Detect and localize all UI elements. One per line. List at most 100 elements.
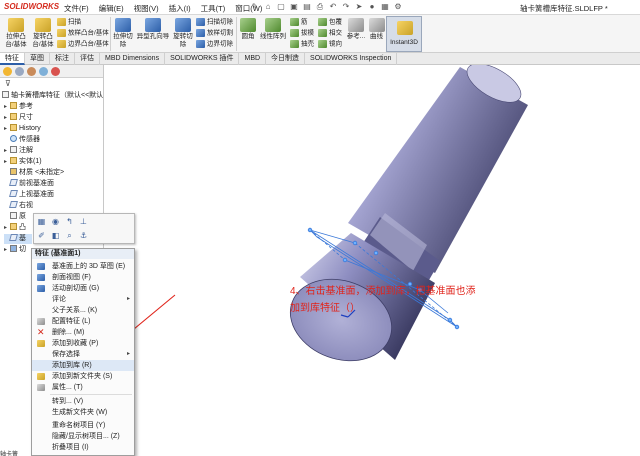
lofted-cut-button[interactable]: 放样切割 (196, 29, 233, 38)
boundary-boss-button[interactable]: 边界凸台/基体 (57, 40, 109, 49)
tree-root[interactable]: 轴卡簧槽库特征（默认<<默认 (2, 91, 103, 101)
tab-markup[interactable]: 标注 (50, 53, 75, 65)
menu-edit[interactable]: 编辑(E) (99, 3, 124, 14)
show-hide-icon[interactable]: ◉ (51, 217, 60, 226)
zoom-to-selection-icon[interactable]: ⌕ (65, 231, 74, 240)
fillet-button[interactable]: 圆角 (239, 18, 257, 41)
rollback-icon[interactable]: ↰ (65, 217, 74, 226)
hole-wizard-button[interactable]: 异型孔向导 (136, 18, 170, 41)
sweep-button[interactable]: 扫描 (57, 18, 81, 27)
tab-evaluate[interactable]: 评估 (75, 53, 100, 65)
tab-solidworks-inspection[interactable]: SOLIDWORKS Inspection (305, 53, 398, 65)
menu-item-collapse-items[interactable]: 折叠项目 (I) (32, 442, 134, 453)
reference-geometry-button[interactable]: 参考... (345, 18, 367, 41)
tree-item-front-plane[interactable]: 前视基准面 (9, 179, 54, 189)
menu-item-live-section-plane[interactable]: 活动剖切面 (G) (32, 283, 134, 294)
menu-item-3d-sketch-on-plane[interactable]: 基准面上的 3D 草图 (E) (32, 261, 134, 272)
revolve-cut-button[interactable]: 旋转切除 (172, 18, 194, 49)
rib-button[interactable]: 筋 (290, 18, 308, 27)
tree-item-dimensions[interactable]: ▸ 尺寸 (4, 113, 33, 123)
tree-item-solid-bodies[interactable]: ▸ 实体(1) (4, 157, 42, 167)
dimxpert-icon[interactable] (39, 67, 48, 76)
feature-manager-icon[interactable] (3, 67, 12, 76)
new-document-icon[interactable]: ▢ (276, 2, 286, 12)
tab-manufacturing[interactable]: 今日制造 (266, 53, 306, 65)
open-icon[interactable]: ▣ (289, 2, 299, 12)
pin-icon[interactable]: ✎ (250, 2, 260, 12)
anchor-icon[interactable]: ⚓ (79, 231, 88, 240)
curves-button[interactable]: 曲线 (368, 18, 385, 41)
tree-item-plane1[interactable]: 基 (4, 234, 32, 244)
tree-item-annotations[interactable]: ▸ 注解 (4, 146, 33, 156)
save-icon[interactable]: ▤ (302, 2, 312, 12)
revolve-boss-button[interactable]: 旋转凸台/基体 (30, 18, 56, 49)
print-icon[interactable]: ⎙ (315, 2, 325, 12)
tree-item-boss[interactable]: ▸ 凸 (4, 223, 26, 233)
menu-item-add-to-library[interactable]: 添加到库 (R) (32, 360, 134, 371)
configuration-manager-icon[interactable] (27, 67, 36, 76)
menu-insert[interactable]: 插入(I) (169, 3, 191, 14)
tree-item-sensors[interactable]: 传感器 (4, 135, 40, 145)
display-manager-icon[interactable] (51, 67, 60, 76)
tree-item-label: 传感器 (19, 136, 40, 143)
normal-to-icon[interactable]: ⊥ (79, 217, 88, 226)
linear-pattern-button[interactable]: 线性阵列 (258, 18, 288, 41)
menu-item-delete[interactable]: ✕ 删除... (M) (32, 327, 134, 338)
menu-item-go-to[interactable]: 转到... (V) (32, 396, 134, 407)
loft-boss-button[interactable]: 放样凸台/基体 (57, 29, 109, 38)
extrude-cut-button[interactable]: 拉伸切除 (112, 18, 134, 49)
tab-features[interactable]: 特征 (0, 53, 25, 65)
tab-sketch[interactable]: 草图 (25, 53, 50, 65)
boundary-cut-button[interactable]: 边界切除 (196, 40, 233, 49)
filter-icon[interactable]: ⊽ (5, 79, 11, 88)
menu-item-rename-tree-item[interactable]: 重命名树项目 (Y) (32, 420, 134, 431)
solidworks-logo[interactable]: SOLIDWORKS (4, 2, 59, 11)
tab-mbd[interactable]: MBD (239, 53, 267, 65)
menu-item-add-to-new-folder[interactable]: 添加到新文件夹 (S) (32, 371, 134, 382)
tab-solidworks-addins[interactable]: SOLIDWORKS 插件 (165, 53, 240, 65)
menu-view[interactable]: 视图(V) (134, 3, 159, 14)
undo-icon[interactable]: ↶ (328, 2, 338, 12)
menu-item-properties[interactable]: 属性... (T) (32, 382, 134, 393)
menu-file[interactable]: 文件(F) (64, 3, 89, 14)
sketch-icon[interactable]: ✐ (37, 231, 46, 240)
section-view-icon[interactable]: ◧ (51, 231, 60, 240)
menu-item-hide-show-tree-items[interactable]: 隐藏/显示树项目... (Z) (32, 431, 134, 442)
select-icon[interactable]: ➤ (354, 2, 364, 12)
tree-item-cut[interactable]: ▸ 切 (4, 245, 26, 255)
tree-item-references[interactable]: ▸ 参考 (4, 102, 33, 112)
tree-item-right-plane[interactable]: 右视 (9, 201, 33, 211)
wrap-button[interactable]: 包覆 (318, 18, 342, 27)
menu-item-save-selection[interactable]: 保存选择 ▸ (32, 349, 134, 360)
rebuild-icon[interactable]: ● (367, 2, 377, 12)
menu-item-configure-feature[interactable]: 配置特征 (L) (32, 316, 134, 327)
redo-icon[interactable]: ↷ (341, 2, 351, 12)
menu-item-section-view[interactable]: 剖面视图 (F) (32, 272, 134, 283)
menu-item-comment[interactable]: 评论 ▸ (32, 294, 134, 305)
tree-item-history[interactable]: ▸ History (4, 124, 41, 134)
instant3d-button[interactable]: Instant3D (386, 16, 422, 52)
shell-button[interactable]: 抽壳 (290, 40, 314, 49)
mirror-button[interactable]: 镜向 (318, 40, 342, 49)
menu-item-add-to-favorites[interactable]: 添加到收藏 (P) (32, 338, 134, 349)
file-properties-icon[interactable]: ▦ (380, 2, 390, 12)
menu-tools[interactable]: 工具(T) (201, 3, 226, 14)
options-icon[interactable]: ⚙ (393, 2, 403, 12)
home-icon[interactable]: ⌂ (263, 2, 273, 12)
tree-item-material[interactable]: 材质 <未指定> (10, 168, 64, 178)
tab-mbd-dimensions[interactable]: MBD Dimensions (100, 53, 166, 65)
intersect-button[interactable]: 相交 (318, 29, 342, 38)
menu-item-parent-child[interactable]: 父子关系... (K) (32, 305, 134, 316)
revolve-cut-label: 旋转切除 (173, 33, 193, 48)
extrude-boss-button[interactable]: 拉伸凸台/基体 (3, 18, 29, 49)
menu-item-create-new-folder[interactable]: 生成新文件夹 (W) (32, 407, 134, 418)
tree-root-label: 轴卡簧槽库特征（默认<<默认 (11, 92, 104, 99)
tree-item-top-plane[interactable]: 上视基准面 (9, 190, 54, 200)
graphics-area[interactable]: 4、右击基准面，添加到库，把基准面也添加到库特征（） (83, 63, 640, 456)
edit-feature-icon[interactable]: ▦ (37, 217, 46, 226)
reference-geometry-icon (348, 18, 364, 32)
draft-button[interactable]: 拔模 (290, 29, 314, 38)
property-manager-icon[interactable] (15, 67, 24, 76)
swept-cut-button[interactable]: 扫描切除 (196, 18, 233, 27)
tree-item-origin[interactable]: 原 (10, 212, 26, 222)
